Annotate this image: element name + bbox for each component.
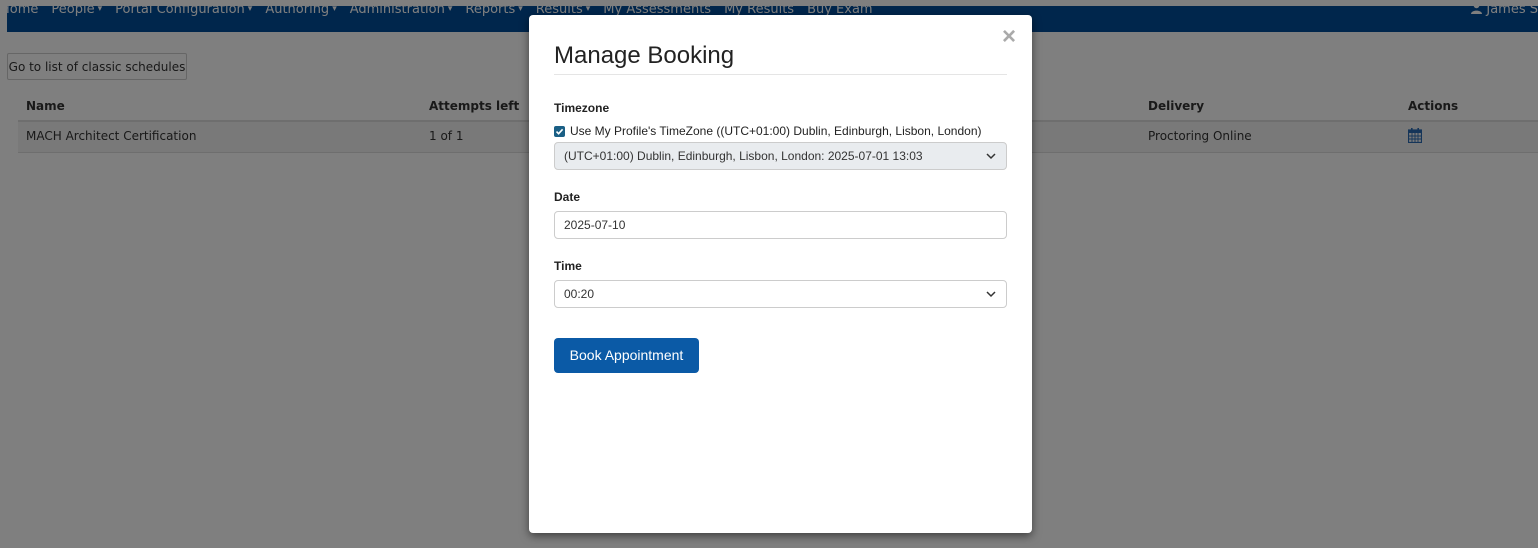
time-label: Time bbox=[554, 259, 582, 273]
use-profile-timezone-checkbox[interactable] bbox=[554, 126, 565, 137]
chevron-down-icon bbox=[986, 153, 996, 160]
chevron-down-icon bbox=[986, 291, 996, 298]
time-select-value: 00:20 bbox=[564, 287, 595, 301]
timezone-select[interactable]: (UTC+01:00) Dublin, Edinburgh, Lisbon, L… bbox=[554, 142, 1007, 170]
close-icon[interactable]: × bbox=[1002, 25, 1016, 49]
manage-booking-modal: Manage Booking × Timezone Use My Profile… bbox=[529, 15, 1032, 533]
date-label: Date bbox=[554, 190, 581, 204]
date-input-value: 2025-07-10 bbox=[564, 218, 626, 232]
modal-title: Manage Booking bbox=[554, 42, 735, 69]
date-input[interactable]: 2025-07-10 bbox=[554, 211, 1007, 239]
use-profile-timezone-label: Use My Profile's TimeZone ((UTC+01:00) D… bbox=[570, 124, 982, 138]
time-select[interactable]: 00:20 bbox=[554, 280, 1007, 308]
checkmark-icon bbox=[555, 128, 564, 135]
modal-header-divider bbox=[554, 74, 1007, 75]
timezone-select-value: (UTC+01:00) Dublin, Edinburgh, Lisbon, L… bbox=[564, 149, 923, 163]
timezone-label: Timezone bbox=[554, 101, 610, 115]
book-appointment-button[interactable]: Book Appointment bbox=[554, 338, 699, 373]
use-profile-timezone-row: Use My Profile's TimeZone ((UTC+01:00) D… bbox=[554, 124, 982, 138]
